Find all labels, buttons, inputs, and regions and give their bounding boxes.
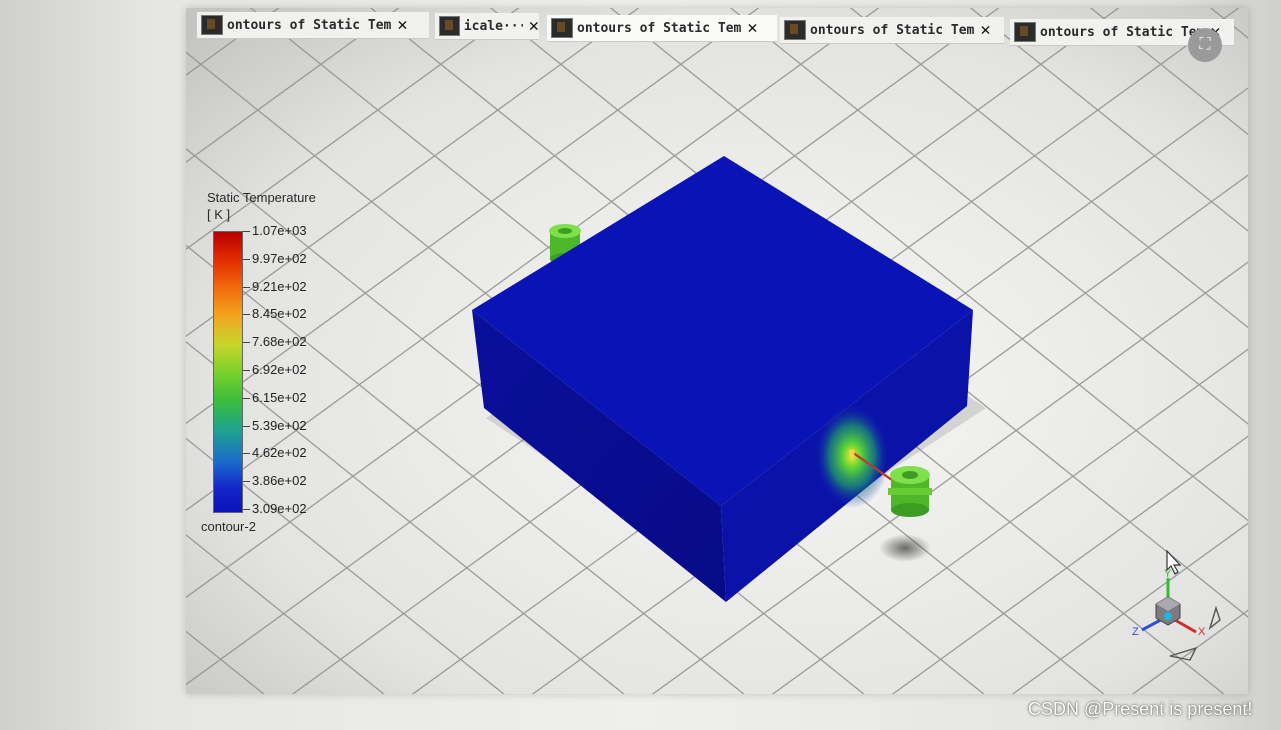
tab-label: ontours of Static Tem: [577, 20, 742, 36]
heat-point: [849, 449, 855, 455]
legend-label: 1.07e+03: [252, 223, 307, 238]
legend-tick: [243, 509, 250, 510]
close-icon[interactable]: ✕: [397, 15, 407, 35]
tab-contours-4[interactable]: ontours of Static Tem ✕: [780, 17, 1004, 44]
legend-tick: [243, 370, 250, 371]
legend-label: 7.68e+02: [252, 334, 307, 350]
legend-label: 3.86e+02: [252, 473, 307, 489]
tab-bar: ontours of Static Tem ✕ icale··· ✕ ontou…: [195, 8, 1235, 46]
expand-icon: ⛶: [1199, 36, 1211, 53]
legend-unit: [ K ]: [207, 207, 231, 222]
tab-label: ontours of Static Tem: [810, 22, 975, 38]
graphics-window-icon: [551, 18, 573, 38]
axis-y-label: Y: [1164, 568, 1172, 580]
legend-quantity: Static Temperature: [207, 190, 316, 205]
tab-scale[interactable]: icale··· ✕: [435, 13, 539, 40]
legend-label: 8.45e+02: [252, 306, 307, 322]
legend-label: 6.15e+02: [252, 389, 307, 405]
tab-contours-active[interactable]: ontours of Static Tem ✕: [547, 15, 777, 42]
legend-tick: [243, 231, 250, 232]
legend-tick: [243, 342, 250, 344]
scene-canvas[interactable]: Y X Z: [186, 8, 1248, 694]
graphics-window-icon: [784, 20, 806, 40]
tab-contours-1[interactable]: ontours of Static Tem ✕: [197, 12, 429, 39]
legend-tick: [243, 397, 250, 399]
legend-label: 3.09e+02: [252, 501, 307, 516]
legend-tick: [243, 453, 250, 455]
axis-z-label: Z: [1132, 626, 1139, 638]
legend-label: 5.39e+02: [252, 417, 307, 433]
legend-tick: [243, 314, 250, 316]
fit-to-window-button[interactable]: ⛶: [1188, 28, 1222, 62]
tab-label: ontours of Static Tem: [1040, 24, 1205, 40]
legend-tick: [243, 286, 250, 288]
contour-name: contour-2: [201, 519, 256, 534]
legend-tick: [243, 425, 250, 427]
legend-label: 4.62e+02: [252, 445, 307, 461]
tab-label: icale···: [463, 18, 523, 34]
legend-tick: [243, 481, 250, 483]
legend-label: 9.97e+02: [252, 250, 307, 266]
legend-tick: [243, 258, 250, 260]
viewport[interactable]: Y X Z: [186, 8, 1248, 694]
tab-label: ontours of Static Tem: [227, 17, 392, 33]
inlet-front: [888, 466, 932, 517]
inlet-shadow: [879, 534, 931, 562]
graphics-window-icon: [1014, 22, 1036, 42]
legend-label: 9.21e+02: [252, 278, 307, 294]
legend-title: Static Temperature [ K ]: [207, 189, 316, 223]
heat-source-hotspot: [814, 404, 890, 508]
axis-x-label: X: [1198, 626, 1206, 638]
legend-label: 6.92e+02: [252, 362, 307, 377]
close-icon[interactable]: ✕: [980, 20, 990, 40]
colormap-bar: [213, 231, 243, 513]
close-icon[interactable]: ✕: [529, 16, 539, 36]
close-icon[interactable]: ✕: [747, 18, 757, 38]
watermark: CSDN @Present is present!: [1028, 699, 1253, 719]
graphics-window-icon: [201, 15, 223, 35]
graphics-window-icon: [439, 16, 460, 36]
